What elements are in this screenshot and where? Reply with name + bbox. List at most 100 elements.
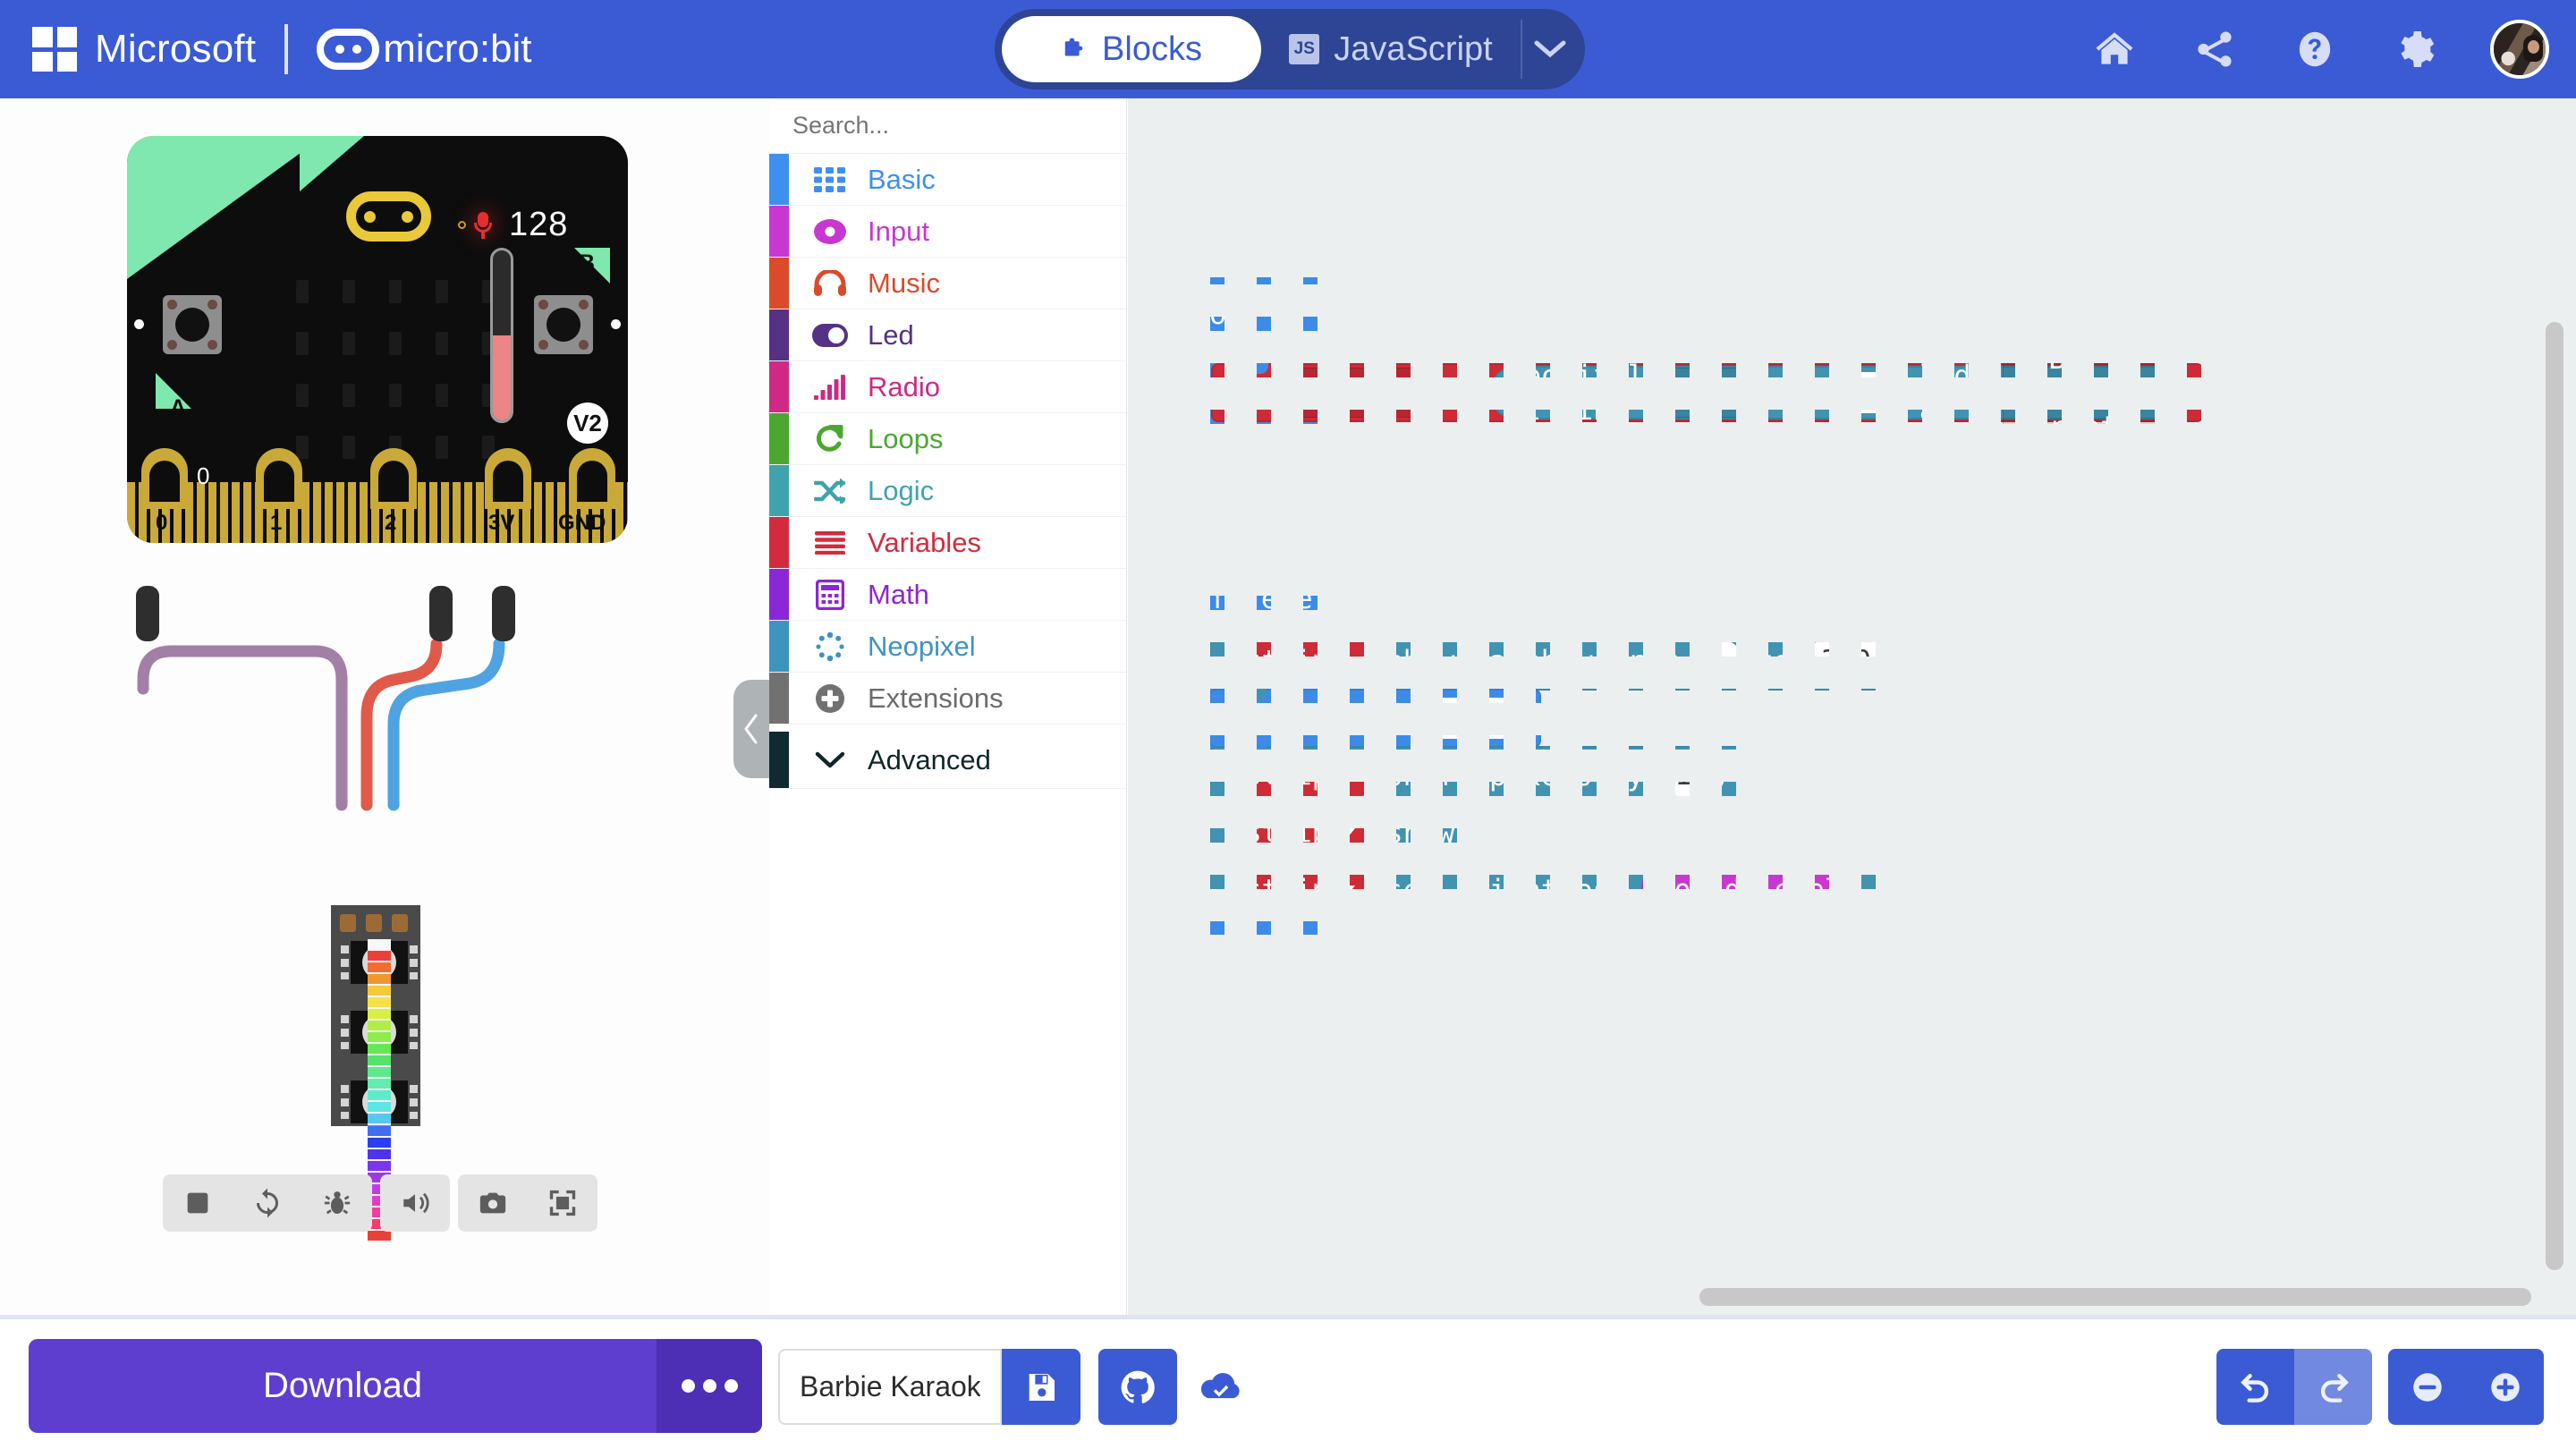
neopixel-led [368, 1032, 391, 1044]
with-keyword: with [1756, 376, 1826, 410]
download-button[interactable]: Download [29, 1339, 762, 1433]
save-icon [1029, 1373, 1055, 1401]
home-icon[interactable] [2089, 24, 2140, 74]
share-icon[interactable] [2190, 24, 2240, 74]
tab-javascript[interactable]: JS JavaScript [1261, 16, 1521, 82]
save-button[interactable] [1002, 1349, 1080, 1425]
number-field-2[interactable]: 360 [1805, 640, 1888, 682]
category-color-bar [769, 621, 789, 672]
chevron-down-icon [1714, 387, 1731, 398]
download-more-button[interactable] [657, 1339, 762, 1433]
block-forever-statement-1[interactable]: strip show rainbow from 1 to 360 [1209, 631, 1908, 691]
variable-dropdown-strip[interactable]: strip [1229, 637, 1372, 685]
tab-blocks[interactable]: Blocks [1002, 16, 1261, 82]
toolbox-search-row[interactable] [769, 98, 1126, 154]
avatar[interactable] [2490, 20, 2549, 79]
led-count-field[interactable]: 20 [1839, 372, 1905, 413]
download-label: Download [263, 1366, 422, 1405]
calculator-icon [812, 577, 848, 613]
undo-button[interactable] [2216, 1349, 2294, 1425]
variable-dropdown-strip[interactable]: strip [1229, 809, 1372, 857]
on-start-label: on start [1209, 297, 1296, 365]
toolbox-category-loops[interactable]: Loops [769, 413, 1126, 465]
toolbox-category-logic[interactable]: Logic [769, 465, 1126, 517]
block-text: show rainbow from [1385, 644, 1679, 678]
debug-button[interactable] [302, 1174, 372, 1232]
toolbox-category-led[interactable]: Led [769, 309, 1126, 361]
toolbox-category-extensions[interactable]: Extensions [769, 673, 1126, 724]
stop-button[interactable] [163, 1174, 233, 1232]
toolbox-category-music[interactable]: Music [769, 258, 1126, 309]
project-name-input[interactable] [778, 1349, 1002, 1425]
forever-hat[interactable]: forever [1193, 564, 1335, 639]
chevron-down-icon [1339, 656, 1356, 666]
reporter-sound-level[interactable]: sound level [1641, 866, 1858, 914]
neopixel-led [368, 986, 391, 997]
tab-blocks-label: Blocks [1102, 30, 1202, 68]
category-label: Radio [868, 370, 940, 402]
undo-icon [2240, 1373, 2268, 1402]
neopixel-led [368, 1102, 391, 1114]
search-input[interactable] [792, 112, 1109, 140]
block-forever-statement-2[interactable]: pause (ms) 100 [1209, 688, 1541, 748]
help-icon[interactable] [2290, 24, 2340, 74]
restart-button[interactable] [233, 1174, 302, 1232]
category-label: Logic [868, 474, 935, 506]
gear-icon[interactable] [2390, 24, 2440, 74]
rgb-mode-value: RGB (GRB format) [2013, 342, 2135, 444]
chevron-down-icon [1339, 827, 1356, 838]
neopixel-strip[interactable] [331, 905, 420, 1137]
block-on-start[interactable]: on start set strip to NeoPixel at pin P0… [1193, 277, 2204, 452]
neopixel-led-column [368, 939, 391, 1137]
toolbox-category-input[interactable]: Input [769, 206, 1126, 258]
toolbox-advanced-row[interactable]: Advanced [769, 724, 1126, 789]
zoom-out-button[interactable] [2388, 1349, 2466, 1425]
github-button[interactable] [1098, 1349, 1177, 1425]
pin-dropdown[interactable]: P0 [1658, 368, 1742, 418]
rgb-mode-dropdown[interactable]: RGB (GRB format) [2002, 334, 2172, 452]
chevron-down-icon[interactable] [1522, 39, 1578, 59]
toolbox-category-variables[interactable]: Variables [769, 517, 1126, 569]
screenshot-button[interactable] [458, 1174, 528, 1232]
number-field-1[interactable]: 1 [1692, 640, 1742, 682]
toolbox-category-neopixel[interactable]: Neopixel [769, 621, 1126, 673]
toolbox-category-math[interactable]: Math [769, 569, 1126, 621]
workspace-vertical-scrollbar[interactable] [2546, 322, 2563, 1270]
pause-dropdown[interactable]: 100 [1415, 698, 1521, 739]
reporter-neopixel-create[interactable]: NeoPixel at pin P0 with 20 leds as RGB (… [1488, 334, 2190, 452]
blocks-workspace[interactable]: on start set strip to NeoPixel at pin P0… [1128, 98, 2576, 1315]
zoom-in-button[interactable] [2466, 1349, 2544, 1425]
block-forever[interactable]: forever strip show rainbow from 1 to 360 paus… [1193, 564, 1908, 935]
number-field-1[interactable]: 10 [1658, 755, 1724, 796]
block-forever-statement-4[interactable]: strip show [1209, 802, 1475, 862]
block-set-variable[interactable]: set strip to NeoPixel at pin P0 with 20 … [1211, 334, 2204, 452]
block-forever-statement-5[interactable]: strip set brightness sound level [1209, 860, 1877, 919]
neopixel-led [368, 1090, 391, 1102]
toolbox-category-radio[interactable]: Radio [769, 361, 1126, 413]
plus-circle-icon [812, 681, 848, 716]
block-forever-statement-3[interactable]: strip shift pixels by 10 [1209, 745, 1744, 805]
fullscreen-button[interactable] [528, 1174, 597, 1232]
zoom-out-icon [2412, 1372, 2442, 1402]
toolbox-category-basic[interactable]: Basic [769, 154, 1126, 206]
toolbox-collapse-button[interactable] [733, 680, 769, 778]
sound-level-label: sound level [1657, 874, 1842, 906]
header-actions [2089, 0, 2549, 98]
block-text: set brightness [1385, 873, 1628, 907]
workspace-horizontal-scrollbar[interactable] [1699, 1288, 2531, 1306]
redo-button[interactable] [2294, 1349, 2372, 1425]
toolbox-category-list: Basic Input Music Led Radio Loops Logic Variabl… [769, 154, 1126, 724]
editor-tab-switcher[interactable]: Blocks JS JavaScript [995, 9, 1585, 89]
neopixel-led [368, 1009, 391, 1021]
mute-button[interactable] [380, 1174, 450, 1232]
variable-dropdown-strip[interactable]: strip [1229, 866, 1372, 914]
category-color-bar [769, 206, 789, 257]
microsoft-wordmark: Microsoft [95, 27, 257, 71]
category-label: Loops [868, 422, 944, 454]
variable-name: strip [1245, 817, 1329, 849]
variable-dropdown-strip[interactable]: strip [1291, 368, 1427, 418]
variable-dropdown-strip[interactable]: strip [1229, 751, 1372, 800]
headphones-icon [812, 266, 848, 301]
blocks-toolbox: Basic Input Music Led Radio Loops Logic Variabl… [769, 98, 1127, 1315]
app-header: Microsoft micro:bit Blocks JS JavaScript [0, 0, 2576, 98]
